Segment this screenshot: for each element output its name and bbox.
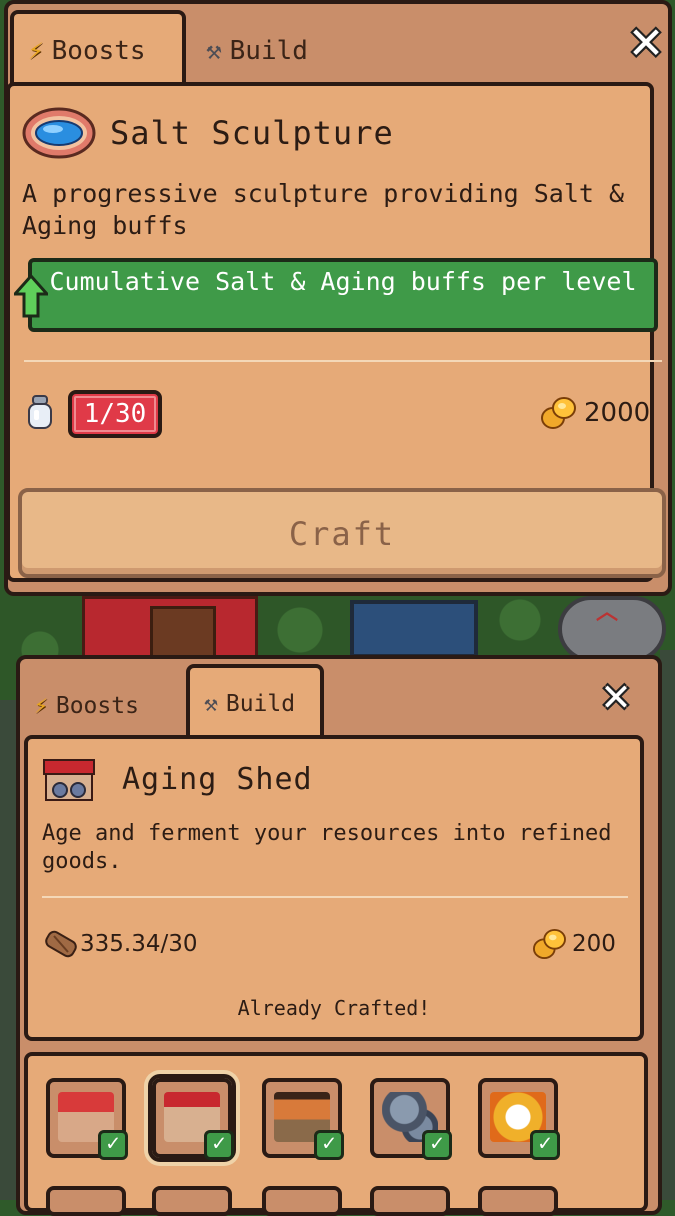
barn-door-sprite [150, 606, 216, 662]
crafted-status: Already Crafted! [237, 996, 431, 1020]
salt-shaker-icon [28, 395, 52, 429]
lightning-icon: ⚡ [34, 693, 48, 719]
check-icon: ✓ [98, 1130, 128, 1160]
build-slot-chicken-coop[interactable]: ✓ [478, 1078, 560, 1160]
divider [24, 360, 662, 362]
craft-price: 2000 [584, 398, 651, 428]
build-price: 200 [572, 931, 616, 957]
divider [42, 896, 628, 898]
water-trough-sprite [350, 600, 478, 658]
aging-shed-icon [43, 759, 95, 801]
resource-amount: 335.34/30 [80, 931, 198, 957]
build-slot-row2-2[interactable] [152, 1186, 232, 1216]
coins-icon [541, 397, 576, 429]
item-title: Aging Shed [122, 762, 313, 797]
check-icon: ✓ [204, 1130, 234, 1160]
build-slot-row2-4[interactable] [370, 1186, 450, 1216]
craft-button[interactable]: Craft [18, 488, 666, 578]
chevron-marker-icon: ︿ [595, 600, 618, 625]
close-button[interactable]: ✕ [590, 668, 642, 720]
hammer-icon: ⚒ [206, 36, 222, 66]
build-slot-aging-shed[interactable]: ✓ [148, 1074, 236, 1162]
check-icon: ✓ [530, 1130, 560, 1160]
tab-build-label: Build [229, 36, 308, 66]
coins-icon [533, 928, 566, 960]
hammer-icon: ⚒ [204, 691, 218, 717]
arrow-up-icon [14, 274, 48, 318]
build-slot-red-building[interactable]: ✓ [46, 1078, 128, 1160]
tab-boosts[interactable]: ⚡ Boosts [34, 684, 184, 728]
close-button[interactable]: ✕ [620, 8, 672, 71]
level-badge: 1/30 [68, 390, 162, 438]
tab-build-label: Build [225, 691, 296, 717]
item-description: A progressive sculpture providing Salt &… [22, 179, 625, 240]
build-slot-row2-5[interactable] [478, 1186, 558, 1216]
close-icon: ✕ [629, 8, 663, 71]
tab-build[interactable]: ⚒ Build [186, 664, 324, 740]
tab-build[interactable]: ⚒ Build [206, 26, 366, 76]
buff-banner-text: Cumulative Salt & Aging buffs per level [49, 267, 637, 296]
close-icon: ✕ [602, 667, 630, 721]
background-edge-left [0, 700, 16, 1200]
item-title: Salt Sculpture [110, 114, 394, 152]
check-icon: ✓ [314, 1130, 344, 1160]
check-icon: ✓ [422, 1130, 452, 1160]
build-slot-metal-barrel[interactable]: ✓ [370, 1078, 452, 1160]
tab-boosts-label: Boosts [55, 693, 139, 719]
buff-banner: Cumulative Salt & Aging buffs per level [28, 258, 658, 332]
item-description: Age and ferment your resources into refi… [42, 821, 612, 874]
build-slot-wood-shop[interactable]: ✓ [262, 1078, 344, 1160]
tab-boosts[interactable]: ⚡ Boosts [10, 10, 186, 88]
salt-sculpture-icon [22, 107, 96, 159]
log-icon [45, 930, 77, 958]
build-slot-row2-1[interactable] [46, 1186, 126, 1216]
background-edge-right [660, 650, 675, 1200]
build-slot-row2-3[interactable] [262, 1186, 342, 1216]
lightning-icon: ⚡ [28, 36, 44, 66]
tab-boosts-label: Boosts [51, 36, 146, 66]
